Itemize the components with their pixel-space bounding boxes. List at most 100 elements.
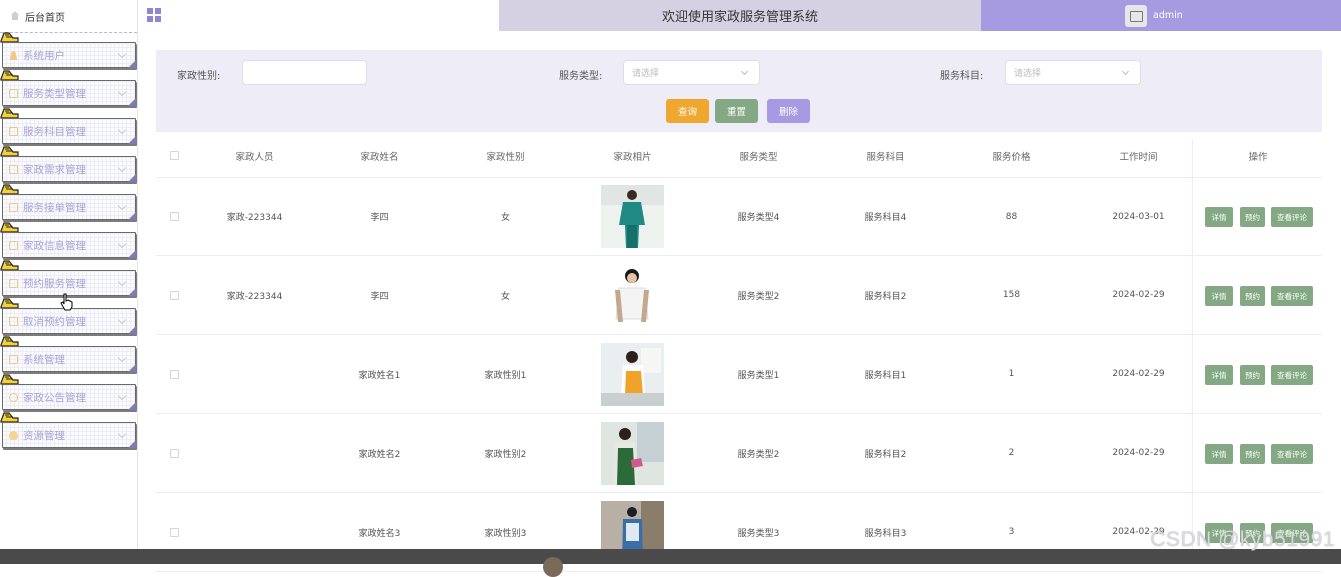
sidebar-item-label: 系统用户 bbox=[23, 49, 65, 62]
cell-gender: 家政性别2 bbox=[484, 449, 527, 460]
ops-column-divider bbox=[1192, 140, 1193, 560]
view-comments-button[interactable]: 查看评论 bbox=[1271, 365, 1313, 385]
staff-photo bbox=[570, 178, 695, 255]
cell-price: 88 bbox=[1005, 211, 1018, 222]
reset-button[interactable]: 重置 bbox=[715, 99, 758, 123]
sidebar-home[interactable]: 后台首页 bbox=[0, 0, 137, 33]
sidebar-item-card[interactable]: 家政需求管理 bbox=[2, 156, 136, 182]
sidebar-item-card[interactable]: 取消预约管理 bbox=[2, 308, 136, 334]
home-label: 后台首页 bbox=[25, 12, 65, 24]
row-checkbox[interactable] bbox=[166, 178, 182, 255]
chevron-down-icon bbox=[117, 201, 127, 211]
sidebar-item[interactable]: 系统用户 bbox=[0, 32, 136, 68]
delete-button[interactable]: 删除 bbox=[767, 99, 810, 123]
doc-icon bbox=[9, 126, 18, 136]
sidebar-item-card[interactable]: 家政信息管理 bbox=[2, 232, 136, 258]
chevron-down-icon bbox=[117, 277, 127, 287]
user-area[interactable]: admin bbox=[981, 0, 1341, 31]
cell-gender: 女 bbox=[500, 291, 510, 302]
username[interactable]: admin bbox=[1153, 10, 1183, 21]
row-checkbox[interactable] bbox=[166, 414, 182, 492]
column-header: 家政人员 bbox=[235, 151, 274, 163]
cell-date: 2024-02-29 bbox=[1112, 369, 1165, 379]
service-subject-placeholder: 请选择 bbox=[1014, 69, 1042, 79]
detail-button[interactable]: 详情 bbox=[1205, 286, 1233, 306]
avatar-image-icon[interactable] bbox=[1125, 4, 1147, 27]
user-icon bbox=[9, 50, 18, 60]
row-checkbox[interactable] bbox=[166, 335, 182, 413]
sidebar-item[interactable]: 预约服务管理 bbox=[0, 260, 136, 296]
sidebar-item-card[interactable]: 系统用户 bbox=[2, 42, 136, 68]
view-comments-button[interactable]: 查看评论 bbox=[1271, 207, 1313, 227]
top-header: 欢迎使用家政服务管理系统 admin bbox=[139, 0, 1341, 31]
sidebar-item-label: 取消预约管理 bbox=[23, 315, 86, 328]
select-all-checkbox[interactable] bbox=[166, 133, 182, 178]
service-subject-select[interactable]: 请选择 bbox=[1005, 60, 1141, 85]
chevron-down-icon bbox=[117, 87, 127, 97]
column-header: 家政姓名 bbox=[360, 151, 399, 163]
sidebar-item-label: 服务接单管理 bbox=[23, 201, 86, 214]
detail-button[interactable]: 详情 bbox=[1205, 365, 1233, 385]
cell-service-type: 服务类型2 bbox=[737, 449, 780, 460]
table-row: 家政姓名1 家政性别1 服务类型1 服务科目1 1 2024-02-29 详情 预约 查看评论 bbox=[156, 335, 1322, 414]
sidebar-item-card[interactable]: 服务科目管理 bbox=[2, 118, 136, 144]
reserve-button[interactable]: 预约 bbox=[1240, 286, 1265, 306]
doc-icon bbox=[9, 240, 18, 250]
doc-icon bbox=[9, 316, 18, 326]
sidebar-item[interactable]: 服务接单管理 bbox=[0, 184, 136, 220]
doc-icon bbox=[9, 202, 18, 212]
cell-date: 2024-02-29 bbox=[1112, 290, 1165, 300]
sidebar-item[interactable]: 家政需求管理 bbox=[0, 146, 136, 182]
query-button[interactable]: 查询 bbox=[666, 99, 709, 123]
chevron-down-icon bbox=[740, 67, 749, 76]
sidebar-item[interactable]: 家政公告管理 bbox=[0, 374, 136, 410]
sidebar-item[interactable]: 系统管理 bbox=[0, 336, 136, 372]
cell-gender: 家政性别1 bbox=[484, 370, 527, 381]
reserve-button[interactable]: 预约 bbox=[1240, 444, 1265, 464]
detail-button[interactable]: 详情 bbox=[1205, 444, 1233, 464]
menu-toggle-icon[interactable] bbox=[147, 8, 161, 22]
row-checkbox[interactable] bbox=[166, 256, 182, 334]
view-comments-button[interactable]: 查看评论 bbox=[1271, 444, 1313, 464]
sidebar-item[interactable]: 服务科目管理 bbox=[0, 108, 136, 144]
table-header: 家政人员 家政姓名 家政性别 家政相片 服务类型 服务科目 服务价格 工作时间 操作 bbox=[156, 133, 1322, 178]
cell-subject: 服务科目4 bbox=[864, 213, 907, 223]
sidebar-item-card[interactable]: 资源管理 bbox=[2, 422, 136, 448]
chevron-down-icon bbox=[117, 429, 127, 439]
sidebar-item-label: 家政公告管理 bbox=[23, 391, 86, 404]
detail-button[interactable]: 详情 bbox=[1205, 207, 1233, 227]
cell-name: 家政姓名2 bbox=[358, 449, 401, 460]
chevron-down-icon bbox=[1121, 67, 1130, 76]
info-icon bbox=[9, 392, 18, 402]
service-type-select[interactable]: 请选择 bbox=[623, 60, 760, 85]
chevron-down-icon bbox=[117, 353, 127, 363]
sidebar-item[interactable]: 家政信息管理 bbox=[0, 222, 136, 258]
service-subject-label: 服务科目: bbox=[940, 71, 984, 82]
gender-label: 家政性别: bbox=[177, 71, 221, 82]
sidebar-item[interactable]: 服务类型管理 bbox=[0, 70, 136, 106]
sidebar-item-card[interactable]: 服务类型管理 bbox=[2, 80, 136, 106]
view-comments-button[interactable]: 查看评论 bbox=[1271, 286, 1313, 306]
sidebar-item-card[interactable]: 家政公告管理 bbox=[2, 384, 136, 410]
header-left bbox=[139, 0, 499, 31]
sidebar-item-label: 预约服务管理 bbox=[23, 277, 86, 290]
cell-subject: 服务科目1 bbox=[864, 370, 907, 381]
chevron-down-icon bbox=[117, 391, 127, 401]
sidebar-item-card[interactable]: 系统管理 bbox=[2, 346, 136, 372]
table-row: 家政姓名2 家政性别2 服务类型2 服务科目2 2 2024-02-29 详情 预约 查看评论 bbox=[156, 414, 1322, 493]
sidebar-item[interactable]: 资源管理 bbox=[0, 412, 136, 448]
column-header: 服务科目 bbox=[866, 151, 905, 163]
reserve-button[interactable]: 预约 bbox=[1240, 365, 1265, 385]
sidebar-item-label: 家政信息管理 bbox=[23, 239, 86, 252]
sidebar-item-label: 服务科目管理 bbox=[23, 125, 86, 138]
staff-photo bbox=[570, 335, 695, 413]
sidebar-item-card[interactable]: 服务接单管理 bbox=[2, 194, 136, 220]
gender-input[interactable] bbox=[242, 60, 367, 85]
doc-icon bbox=[9, 88, 18, 98]
cell-service-type: 服务类型4 bbox=[737, 213, 780, 223]
sidebar-item-label: 家政需求管理 bbox=[23, 163, 86, 176]
chevron-down-icon bbox=[117, 239, 127, 249]
cell-subject: 服务科目2 bbox=[864, 291, 907, 302]
home-icon bbox=[10, 11, 20, 21]
reserve-button[interactable]: 预约 bbox=[1240, 207, 1265, 227]
